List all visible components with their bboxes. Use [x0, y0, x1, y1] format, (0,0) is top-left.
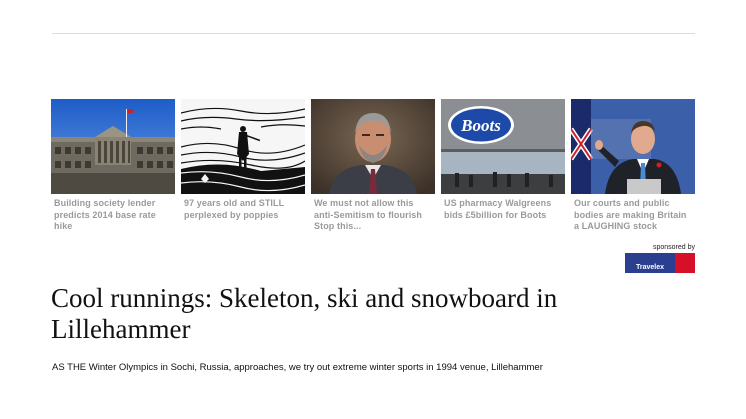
travelex-wordmark: Travelex [625, 253, 675, 273]
related-story-caption[interactable]: 97 years old and STILL perplexed by popp… [181, 198, 302, 221]
travelex-logo[interactable]: Travelex [625, 253, 695, 273]
article-headline: Cool runnings: Skeleton, ski and snowboa… [51, 283, 558, 344]
article-standfirst: AS THE Winter Olympics in Sochi, Russia,… [52, 362, 543, 373]
related-story-card[interactable]: Boots US pharmacy Walgreens bids £5billi… [441, 99, 565, 221]
related-story-caption[interactable]: US pharmacy Walgreens bids £5billion for… [441, 198, 562, 221]
related-story-caption[interactable]: Our courts and public bodies are making … [571, 198, 692, 233]
boots-store-image[interactable]: Boots [441, 99, 565, 194]
related-story-caption[interactable]: We must not allow this anti-Semitism to … [311, 198, 432, 233]
prime-minister-image[interactable] [571, 99, 695, 194]
politician-portrait-image[interactable] [311, 99, 435, 194]
sponsor-block: sponsored by Travelex [625, 244, 695, 273]
related-story-card[interactable]: Our courts and public bodies are making … [571, 99, 695, 233]
top-divider [52, 33, 695, 34]
related-story-card[interactable]: 97 years old and STILL perplexed by popp… [181, 99, 305, 221]
sponsor-label: sponsored by [652, 244, 695, 251]
travelex-mark-icon [675, 253, 695, 273]
related-story-card[interactable]: Building society lender predicts 2014 ba… [51, 99, 175, 233]
related-story-card[interactable]: We must not allow this anti-Semitism to … [311, 99, 435, 233]
bank-building-image[interactable] [51, 99, 175, 194]
related-stories: Building society lender predicts 2014 ba… [51, 99, 695, 239]
woodcut-illustration-image[interactable] [181, 99, 305, 194]
related-story-caption[interactable]: Building society lender predicts 2014 ba… [51, 198, 172, 233]
boots-logo-text: Boots [460, 116, 501, 135]
